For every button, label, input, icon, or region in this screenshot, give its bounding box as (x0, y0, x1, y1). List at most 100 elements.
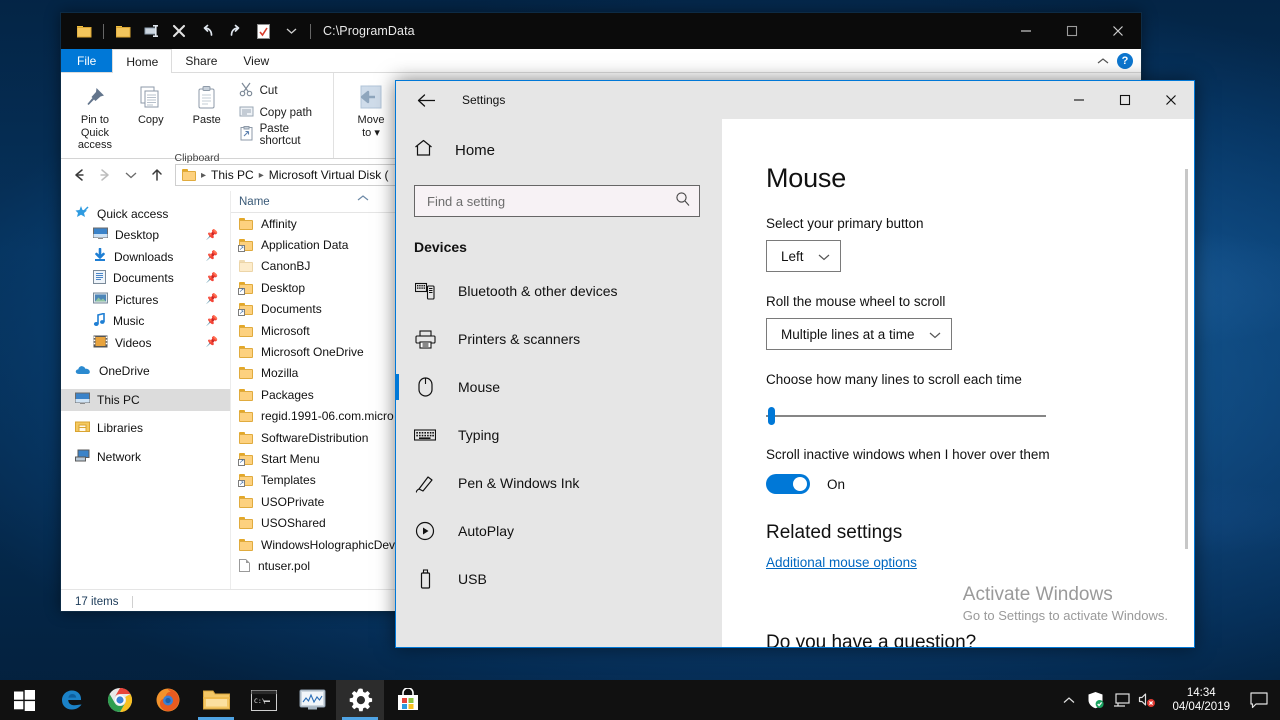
copy-path-button[interactable]: Copy path (235, 103, 327, 122)
sidebar-item-printers[interactable]: Printers & scanners (404, 315, 722, 363)
ribbon-tab-home[interactable]: Home (112, 49, 173, 73)
taskbar-edge[interactable] (48, 680, 96, 720)
sidebar-item-this-pc[interactable]: This PC (61, 389, 230, 411)
inactive-scroll-label: Scroll inactive windows when I hover ove… (766, 447, 1050, 462)
ribbon-tab-share[interactable]: Share (172, 49, 230, 72)
ribbon-tabs-right: ? (1097, 49, 1133, 73)
redo-icon[interactable] (222, 18, 248, 44)
action-center-icon[interactable] (1242, 691, 1276, 709)
cut-button[interactable]: Cut (235, 81, 327, 100)
cut-label: Cut (259, 84, 278, 97)
move-to-button[interactable]: Move to ▾ (340, 77, 402, 139)
explorer-window-title: C:\ProgramData (323, 24, 415, 38)
explorer-window-controls (1003, 13, 1141, 49)
rename-icon[interactable] (138, 18, 164, 44)
qat-divider-1 (103, 23, 104, 39)
slider-thumb[interactable] (768, 407, 775, 425)
move-to-label: Move to ▾ (357, 114, 385, 139)
file-name: CanonBJ (261, 259, 311, 274)
wheel-scroll-dropdown[interactable]: Multiple lines at a time (766, 318, 952, 350)
sidebar-label: Quick access (97, 206, 169, 221)
help-icon[interactable]: ? (1117, 53, 1133, 69)
customize-chevron-icon[interactable] (278, 18, 304, 44)
ribbon-tab-file[interactable]: File (61, 49, 113, 72)
sidebar-item-mouse[interactable]: Mouse (396, 363, 722, 411)
pin-to-quick-access-button[interactable]: Pin to Quick access (67, 77, 123, 152)
breadcrumb-item-this-pc[interactable]: This PC (211, 168, 254, 182)
column-header-name[interactable]: Name (239, 196, 270, 208)
sidebar-item-typing[interactable]: Typing (404, 411, 722, 459)
clock[interactable]: 14:34 04/04/2019 (1160, 680, 1242, 720)
network-icon[interactable] (1108, 692, 1134, 708)
sidebar-item-network[interactable]: Network (61, 446, 230, 468)
maximize-button[interactable] (1102, 81, 1148, 119)
question-heading: Do you have a question? (766, 632, 977, 647)
taskbar-store[interactable] (384, 680, 432, 720)
content-scrollbar[interactable] (1185, 169, 1188, 549)
qat-divider-2 (310, 23, 311, 39)
minimize-button[interactable] (1056, 81, 1102, 119)
sidebar-item-usb[interactable]: USB (404, 555, 722, 603)
undo-icon[interactable] (194, 18, 220, 44)
sidebar-item-downloads[interactable]: Downloads 📌 (61, 246, 230, 268)
sidebar-item-pictures[interactable]: Pictures 📌 (61, 289, 230, 311)
mouse-icon (414, 377, 436, 397)
settings-window-controls (1056, 81, 1194, 119)
back-button[interactable] (404, 84, 448, 116)
sidebar-label: Desktop (115, 228, 160, 243)
sidebar-item-pen[interactable]: Pen & Windows Ink (404, 459, 722, 507)
paste-shortcut-button[interactable]: Paste shortcut (235, 123, 327, 147)
start-button[interactable] (0, 680, 48, 720)
lines-to-scroll-slider[interactable] (766, 407, 1046, 425)
primary-button-dropdown[interactable]: Left (766, 240, 841, 272)
breadcrumb-item-drive[interactable]: Microsoft Virtual Disk ( (269, 168, 389, 182)
settings-body: Home Devices Bluetooth & other devices (396, 119, 1194, 647)
taskbar-firefox[interactable] (144, 680, 192, 720)
taskbar-monitor[interactable] (288, 680, 336, 720)
sidebar-item-documents[interactable]: Documents 📌 (61, 268, 230, 290)
close-button[interactable] (1148, 81, 1194, 119)
ribbon-tab-view[interactable]: View (230, 49, 282, 72)
search-input[interactable] (427, 193, 675, 209)
paste-button[interactable]: Paste (179, 77, 235, 127)
documents-icon (93, 269, 106, 287)
sidebar-item-music[interactable]: Music 📌 (61, 311, 230, 333)
taskbar-terminal[interactable]: C:\ (240, 680, 288, 720)
ribbon-group-clipboard-label: Clipboard (174, 151, 220, 164)
maximize-button[interactable] (1049, 13, 1095, 49)
folder-shortcut-icon: ↗ (238, 474, 253, 488)
sidebar-item-onedrive[interactable]: OneDrive (61, 361, 230, 383)
sidebar-item-autoplay[interactable]: AutoPlay (404, 507, 722, 555)
ribbon-group-clipboard: Pin to Quick access Copy Paste Cut Copy … (61, 73, 333, 164)
sidebar-item-desktop[interactable]: Desktop 📌 (61, 225, 230, 247)
page-title: Mouse (766, 163, 847, 193)
properties-check-icon[interactable] (250, 18, 276, 44)
search-icon[interactable] (675, 191, 691, 212)
sidebar-item-videos[interactable]: Videos 📌 (61, 332, 230, 354)
search-box[interactable] (414, 185, 700, 217)
taskbar-file-explorer[interactable] (192, 680, 240, 720)
delete-icon[interactable] (166, 18, 192, 44)
copy-button[interactable]: Copy (123, 77, 179, 127)
folder-shortcut-icon: ↗ (238, 452, 253, 466)
new-folder-icon[interactable] (110, 18, 136, 44)
sidebar-item-bluetooth[interactable]: Bluetooth & other devices (404, 267, 722, 315)
inactive-scroll-toggle[interactable] (766, 474, 810, 494)
ribbon-collapse-icon[interactable] (1097, 52, 1109, 70)
taskbar-settings[interactable] (336, 680, 384, 720)
close-button[interactable] (1095, 13, 1141, 49)
pictures-icon (93, 292, 108, 308)
minimize-button[interactable] (1003, 13, 1049, 49)
sidebar-item-quick-access[interactable]: Quick access (61, 203, 230, 225)
settings-home-item[interactable]: Home (404, 133, 722, 167)
file-name: Start Menu (261, 451, 320, 466)
properties-icon[interactable] (71, 18, 97, 44)
show-hidden-icons-button[interactable] (1056, 696, 1082, 705)
taskbar-chrome[interactable] (96, 680, 144, 720)
sidebar-item-libraries[interactable]: Libraries (61, 418, 230, 440)
additional-mouse-options-link[interactable]: Additional mouse options (766, 555, 917, 570)
volume-muted-icon[interactable] (1134, 692, 1160, 708)
sidebar-label: Videos (115, 335, 152, 350)
watermark-subtitle: Go to Settings to activate Windows. (962, 608, 1168, 623)
windows-defender-icon[interactable] (1082, 691, 1108, 709)
